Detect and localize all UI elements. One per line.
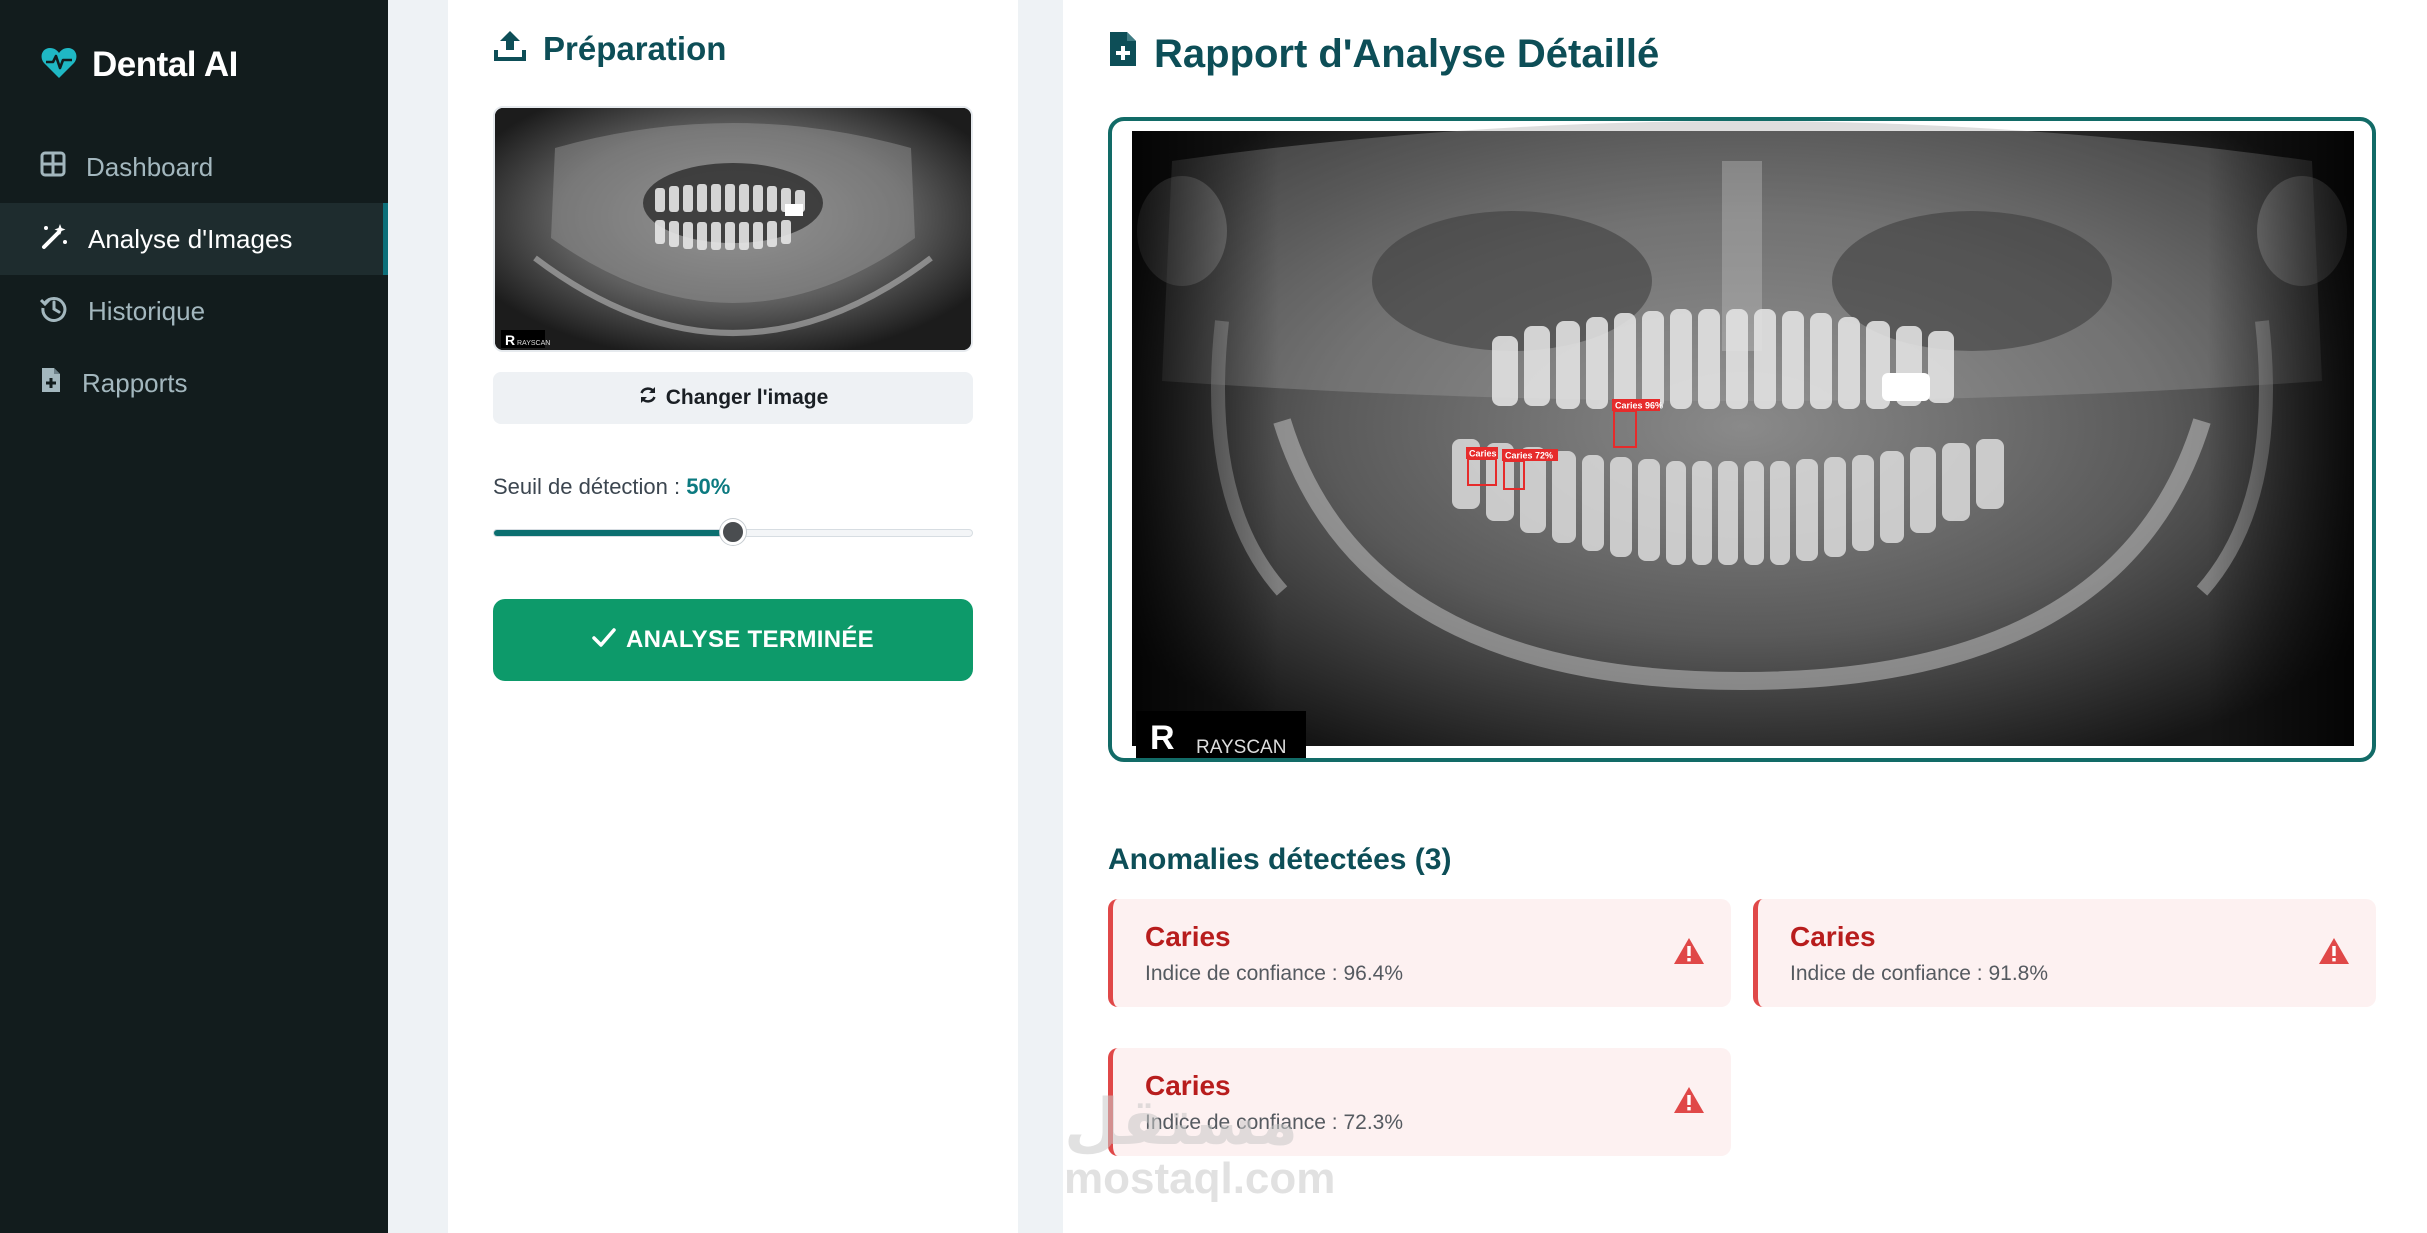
upload-icon — [493, 28, 527, 70]
anomaly-name: Caries — [1145, 1070, 1231, 1101]
preparation-title-text: Préparation — [543, 30, 727, 67]
brand-name: Dental AI — [92, 45, 238, 84]
sidebar-item-label: Rapports — [82, 367, 188, 398]
warning-icon — [1673, 1086, 1705, 1119]
threshold-value: 50% — [686, 474, 731, 499]
sidebar-item-label: Analyse d'Images — [88, 223, 293, 254]
sidebar-item-label: Historique — [88, 295, 206, 326]
grid-icon — [40, 151, 66, 184]
threshold-label: Seuil de détection : 50% — [493, 474, 730, 500]
detection-label: Caries — [1469, 449, 1497, 459]
report-title: Rapport d'Analyse Détaillé — [1108, 30, 1659, 78]
anomaly-confidence: Indice de confiance : 91.8% — [1790, 962, 2049, 985]
warning-icon — [1673, 937, 1705, 970]
anomaly-card[interactable]: Caries Indice de confiance : 96.4% — [1108, 899, 1731, 1007]
sidebar-item-analyse-images[interactable]: Analyse d'Images — [0, 203, 388, 275]
sidebar-item-historique[interactable]: Historique — [0, 275, 388, 347]
anomaly-name: Caries — [1145, 921, 1231, 952]
panoramic-xray-thumbnail: R RAYSCAN — [495, 108, 971, 350]
history-icon — [39, 294, 68, 329]
annotated-xray-frame: Caries 96% Caries Caries 72% R RAYSCAN — [1108, 117, 2376, 762]
brand[interactable]: Dental AI — [40, 42, 238, 88]
check-icon — [592, 626, 616, 654]
sidebar-item-rapports[interactable]: Rapports — [0, 347, 388, 419]
rayscan-logo-letter: R — [505, 332, 515, 348]
anomalies-title: Anomalies détectées (3) — [1108, 843, 1452, 876]
anomaly-name: Caries — [1790, 921, 1876, 952]
report-file-icon — [40, 366, 62, 401]
sidebar-item-label: Dashboard — [86, 151, 214, 182]
rayscan-logo-letter: R — [1150, 719, 1175, 757]
heart-pulse-icon — [40, 46, 78, 85]
threshold-slider-fill — [494, 530, 733, 536]
analysis-complete-button[interactable]: ANALYSE TERMINÉE — [493, 599, 973, 681]
rayscan-logo-text: RAYSCAN — [517, 340, 550, 347]
xray-thumbnail: R RAYSCAN — [493, 106, 973, 352]
anomaly-card[interactable]: Caries Indice de confiance : 72.3% — [1108, 1048, 1731, 1156]
threshold-label-text: Seuil de détection : — [493, 474, 681, 499]
file-medical-icon — [1108, 30, 1138, 78]
detection-label: Caries 96% — [1615, 401, 1663, 411]
sidebar-item-dashboard[interactable]: Dashboard — [0, 131, 388, 203]
sidebar: Dental AI Dashboard Analyse d'Images His… — [0, 0, 388, 1233]
rayscan-logo-text: RAYSCAN — [1196, 737, 1286, 758]
threshold-slider-thumb[interactable] — [720, 519, 746, 545]
warning-icon — [2318, 937, 2350, 970]
panoramic-xray-annotated: Caries 96% Caries Caries 72% R RAYSCAN — [1132, 121, 2354, 758]
change-image-label: Changer l'image — [665, 386, 829, 409]
anomaly-confidence: Indice de confiance : 72.3% — [1145, 1111, 1404, 1134]
detection-label: Caries 72% — [1505, 451, 1553, 461]
anomaly-card[interactable]: Caries Indice de confiance : 91.8% — [1753, 899, 2376, 1007]
magic-wand-icon — [40, 222, 68, 257]
report-title-text: Rapport d'Analyse Détaillé — [1154, 31, 1660, 76]
refresh-icon — [638, 385, 658, 411]
anomaly-confidence: Indice de confiance : 96.4% — [1145, 962, 1404, 985]
preparation-title: Préparation — [493, 28, 726, 70]
analysis-complete-label: ANALYSE TERMINÉE — [626, 626, 874, 653]
change-image-button[interactable]: Changer l'image — [493, 372, 973, 424]
